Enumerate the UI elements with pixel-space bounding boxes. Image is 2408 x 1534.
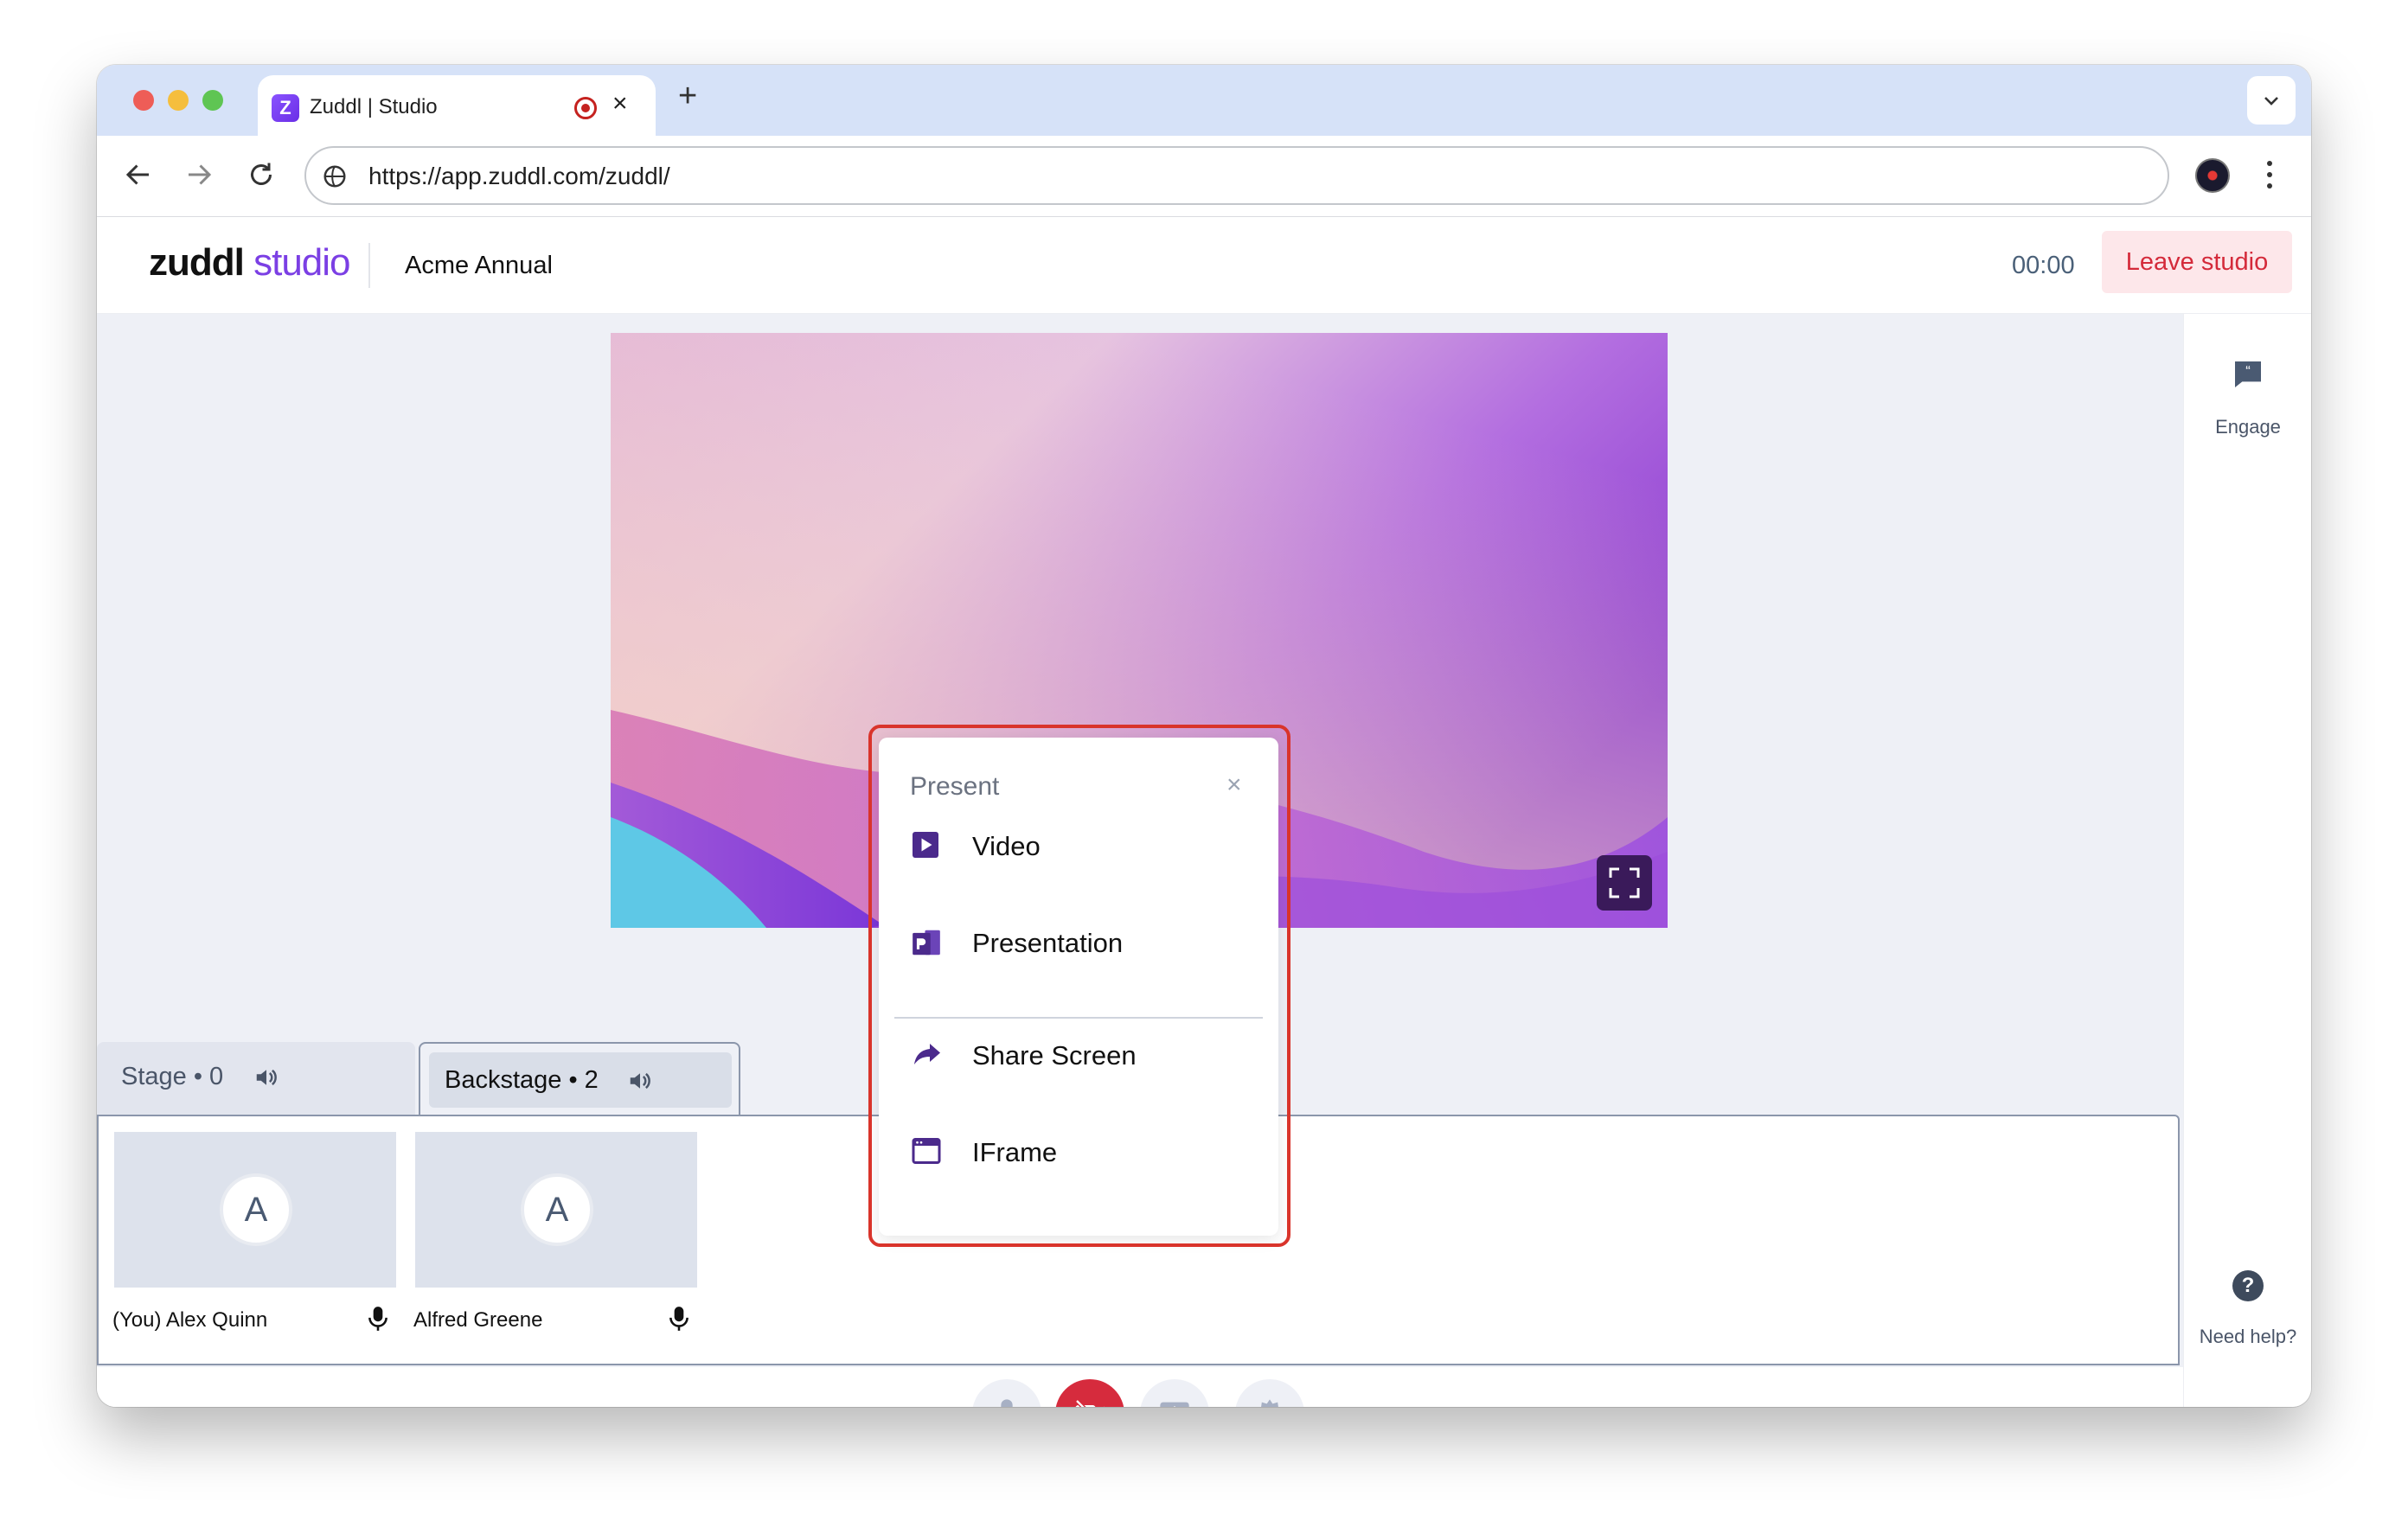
site-info-icon[interactable] — [322, 163, 348, 189]
present-screen-icon — [1160, 1402, 1189, 1407]
option-label: Video — [972, 831, 1041, 861]
present-iframe-option[interactable]: IFrame — [910, 1120, 1256, 1182]
tab-backstage[interactable]: Backstage • 2 — [419, 1042, 740, 1116]
present-menu: Present × Video Presentation Share Scree… — [879, 738, 1278, 1236]
presentation-icon — [913, 930, 940, 956]
tab-search-button[interactable] — [2247, 76, 2296, 125]
fullscreen-icon — [1609, 867, 1640, 898]
zuddl-favicon-icon: Z — [272, 94, 299, 122]
back-arrow-icon[interactable] — [123, 159, 154, 190]
leave-studio-button[interactable]: Leave studio — [2102, 231, 2292, 293]
new-tab-button[interactable]: + — [678, 80, 697, 112]
right-rail: “ Engage ? Need help? — [2183, 314, 2311, 1407]
logo-light-text: studio — [253, 241, 350, 284]
present-share-screen-option[interactable]: Share Screen — [910, 1023, 1256, 1085]
present-menu-title: Present — [910, 772, 1000, 801]
help-label[interactable]: Need help? — [2184, 1326, 2311, 1348]
forward-arrow-icon[interactable] — [183, 159, 215, 190]
help-icon[interactable]: ? — [2232, 1270, 2264, 1301]
chevron-down-icon — [2264, 97, 2278, 105]
browser-tab-strip: Z Zuddl | Studio × + — [97, 65, 2311, 136]
engage-chat-icon[interactable]: “ — [2231, 357, 2265, 392]
zuddl-studio-logo: zuddl studio — [149, 241, 351, 284]
camera-off-icon — [1075, 1399, 1105, 1407]
option-label: Presentation — [972, 928, 1124, 958]
participant-name: Alfred Greene — [413, 1308, 543, 1332]
video-play-icon — [913, 832, 938, 858]
controls-bar — [97, 1367, 2183, 1407]
participant-tile[interactable]: A — [114, 1132, 396, 1288]
studio-header: zuddl studio Acme Annual 00:00 Leave stu… — [97, 217, 2311, 314]
share-arrow-icon — [914, 1044, 940, 1064]
iframe-window-icon — [912, 1138, 941, 1164]
tab-stage[interactable]: Stage • 0 — [97, 1042, 415, 1115]
recording-indicator-icon — [574, 97, 597, 119]
tab-close-icon[interactable]: × — [612, 91, 628, 117]
url-text: https://app.zuddl.com/zuddl/ — [368, 163, 670, 189]
browser-tab-active[interactable]: Z Zuddl | Studio × — [258, 75, 656, 136]
option-label: Share Screen — [972, 1040, 1137, 1071]
browser-menu-icon[interactable] — [2264, 157, 2275, 193]
tab-title: Zuddl | Studio — [310, 95, 438, 118]
avatar: A — [220, 1173, 292, 1246]
fullscreen-button[interactable] — [1597, 855, 1652, 911]
speaker-icon[interactable] — [253, 1064, 280, 1090]
speaker-icon[interactable] — [626, 1068, 654, 1094]
engage-label[interactable]: Engage — [2184, 416, 2311, 438]
option-label: IFrame — [972, 1137, 1058, 1167]
present-video-option[interactable]: Video — [910, 814, 1256, 876]
close-window-button[interactable] — [133, 90, 154, 111]
address-bar[interactable]: https://app.zuddl.com/zuddl/ — [304, 146, 2169, 205]
backstage-tab-label: Backstage • 2 — [445, 1066, 599, 1094]
header-divider — [368, 243, 370, 288]
svg-text:“: “ — [2245, 363, 2251, 380]
backstage-tab-inner: Backstage • 2 — [429, 1052, 732, 1108]
gear-icon — [1261, 1399, 1278, 1407]
reload-icon[interactable] — [246, 159, 277, 190]
menu-divider — [894, 1017, 1263, 1019]
logo-bold-text: zuddl — [149, 241, 245, 284]
present-presentation-option[interactable]: Presentation — [910, 911, 1256, 973]
session-timer: 00:00 — [2012, 252, 2075, 279]
microphone-icon — [1001, 1399, 1013, 1407]
stage-tab-label: Stage • 0 — [121, 1063, 224, 1090]
microphone-icon — [669, 1307, 688, 1331]
maximize-window-button[interactable] — [202, 90, 223, 111]
event-name: Acme Annual — [405, 252, 553, 279]
participant-name: (You) Alex Quinn — [112, 1308, 268, 1332]
participant-tile[interactable]: A — [415, 1132, 697, 1288]
browser-toolbar: https://app.zuddl.com/zuddl/ — [97, 136, 2311, 217]
extension-icon[interactable] — [2195, 158, 2230, 193]
microphone-icon — [368, 1307, 387, 1331]
minimize-window-button[interactable] — [168, 90, 189, 111]
avatar: A — [521, 1173, 593, 1246]
close-icon[interactable]: × — [1226, 770, 1242, 800]
